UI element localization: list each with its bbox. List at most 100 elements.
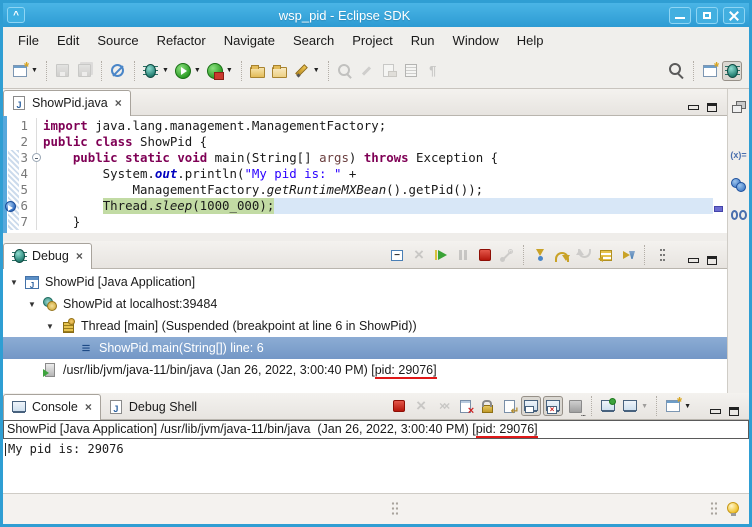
remove-launch-button[interactable] [411,396,431,416]
open-resource-button[interactable] [270,61,290,81]
line-number[interactable]: 5 [3,182,37,198]
line-number[interactable]: 2 [3,134,37,150]
next-annotation-button[interactable] [357,61,377,81]
show-selected-element-button[interactable] [401,61,421,81]
sash-editor-debug[interactable] [3,233,727,241]
debug-tree-row[interactable]: ▼ ShowPid [Java Application] [3,271,727,293]
menu-item-help[interactable]: Help [508,30,553,51]
remove-all-launches-button[interactable] [433,396,453,416]
overview-ruler-marker[interactable] [714,206,723,212]
menu-item-search[interactable]: Search [284,30,343,51]
dropdown-chevron-icon[interactable]: ▼ [162,67,169,74]
dropdown-chevron-icon[interactable]: ▼ [226,67,233,74]
open-perspective-button[interactable] [700,59,720,81]
close-button[interactable] [723,6,745,24]
editor-tab-close-icon[interactable]: × [115,96,122,110]
debug-tree-row-selected[interactable]: ShowPid.main(String[]) line: 6 [3,337,727,359]
maximize-view-button[interactable] [707,103,717,112]
menu-item-window[interactable]: Window [444,30,508,51]
disconnect-button[interactable] [497,245,517,265]
save-output-button[interactable] [565,396,586,418]
statusbar-grip[interactable] [710,501,717,517]
show-stderr-button[interactable] [543,396,564,416]
resume-button[interactable] [431,245,451,265]
run-button[interactable] [173,61,193,81]
statusbar-grip[interactable] [390,501,398,517]
line-number[interactable]: 7 [3,214,37,230]
java-search-button[interactable] [292,61,312,81]
breakpoints-button[interactable] [729,175,749,195]
console-tab-close-icon[interactable]: × [85,400,92,414]
dropdown-chevron-icon[interactable]: ▼ [684,403,691,410]
dropdown-chevron-icon[interactable]: ▼ [31,67,38,74]
view-menu-button[interactable] [651,245,671,265]
terminate-button[interactable] [389,396,409,416]
dropdown-chevron-icon[interactable]: ▼ [641,403,648,410]
minimize-view-button[interactable] [688,258,699,263]
open-type-button[interactable] [248,61,268,81]
debug-tree-row[interactable]: /usr/lib/jvm/java-11/bin/java (Jan 26, 2… [3,359,727,381]
menu-item-navigate[interactable]: Navigate [215,30,284,51]
menu-item-edit[interactable]: Edit [48,30,88,51]
display-console-button[interactable] [620,396,640,416]
variables-button[interactable] [729,145,749,165]
expressions-button[interactable] [729,205,749,225]
debug-perspective-button[interactable] [722,60,742,81]
show-whitespace-button[interactable] [423,61,443,81]
run-external-tools-button[interactable] [205,61,225,81]
terminate-button[interactable] [475,245,495,265]
link-with-editor-button[interactable] [379,61,399,81]
collapse-all-button[interactable] [387,245,407,265]
tree-expand-icon[interactable]: ▼ [9,278,19,287]
use-step-filters-button[interactable] [618,245,638,265]
code-line[interactable]: 4 System. out .println("My pid is: " + [3,166,727,182]
breakpoint-instruction-pointer-icon[interactable] [5,201,16,212]
dropdown-chevron-icon[interactable]: ▼ [194,67,201,74]
minimize-button[interactable] [669,6,691,24]
maximize-view-button[interactable] [707,256,717,265]
restore-view-button[interactable] [729,97,749,117]
skip-all-breakpoints-button[interactable] [108,61,128,81]
step-over-button[interactable] [552,245,572,265]
menu-item-refactor[interactable]: Refactor [148,30,215,51]
titlebar[interactable]: ^ wsp_pid - Eclipse SDK [3,3,749,27]
tab-console[interactable]: Console × [3,394,101,420]
code-line[interactable]: 3 public static void main(String[] args)… [3,150,727,166]
minimize-view-button[interactable] [688,105,699,110]
code-line[interactable]: 1 import java.lang.management.ManagementF… [3,118,727,134]
code-line[interactable]: 6 Thread. sleep (1000_000); [3,198,727,214]
tree-expand-icon[interactable]: ▼ [45,322,55,331]
last-edit-location-button[interactable] [335,61,355,81]
dropdown-chevron-icon[interactable]: ▼ [313,67,320,74]
show-stdout-button[interactable] [521,396,542,416]
clear-console-button[interactable] [455,396,475,417]
code-line[interactable]: 5 ManagementFactory. getRuntimeMXBean ().g… [3,182,727,198]
new-wizard-button[interactable] [10,59,30,81]
tab-debug-shell[interactable]: Debug Shell [101,395,205,420]
debug-tree-row[interactable]: ▼ Thread [main] (Suspended (breakpoint at… [3,315,727,337]
tab-showpid-java[interactable]: ShowPid.java × [3,90,131,116]
save-all-button[interactable] [75,61,95,81]
step-return-button[interactable] [574,245,594,265]
suspend-button[interactable] [453,245,473,265]
pin-console-button[interactable] [598,396,618,416]
menu-item-source[interactable]: Source [88,30,147,51]
debug-tree-row[interactable]: ▼ ShowPid at localhost:39484 [3,293,727,315]
minimize-view-button[interactable] [710,409,721,414]
step-into-button[interactable] [530,245,550,265]
code-line[interactable]: 7 } [3,214,727,230]
line-number[interactable]: 3 [3,150,41,166]
console-output[interactable]: ShowPid [Java Application] /usr/lib/jvm/… [3,420,749,493]
tab-debug[interactable]: Debug × [3,243,92,269]
line-number[interactable]: 1 [3,118,37,134]
code-editor[interactable]: 1 import java.lang.management.ManagementF… [3,116,727,233]
code-line[interactable]: 2 public class ShowPid { [3,134,727,150]
menu-item-file[interactable]: File [9,30,48,51]
scroll-lock-button[interactable] [477,396,497,416]
word-wrap-button[interactable] [499,396,519,417]
remove-all-terminated-button[interactable] [409,245,429,265]
fold-collapse-icon[interactable] [32,153,41,162]
menu-item-project[interactable]: Project [343,30,401,51]
debug-button[interactable] [141,61,161,81]
line-number[interactable]: 4 [3,166,37,182]
